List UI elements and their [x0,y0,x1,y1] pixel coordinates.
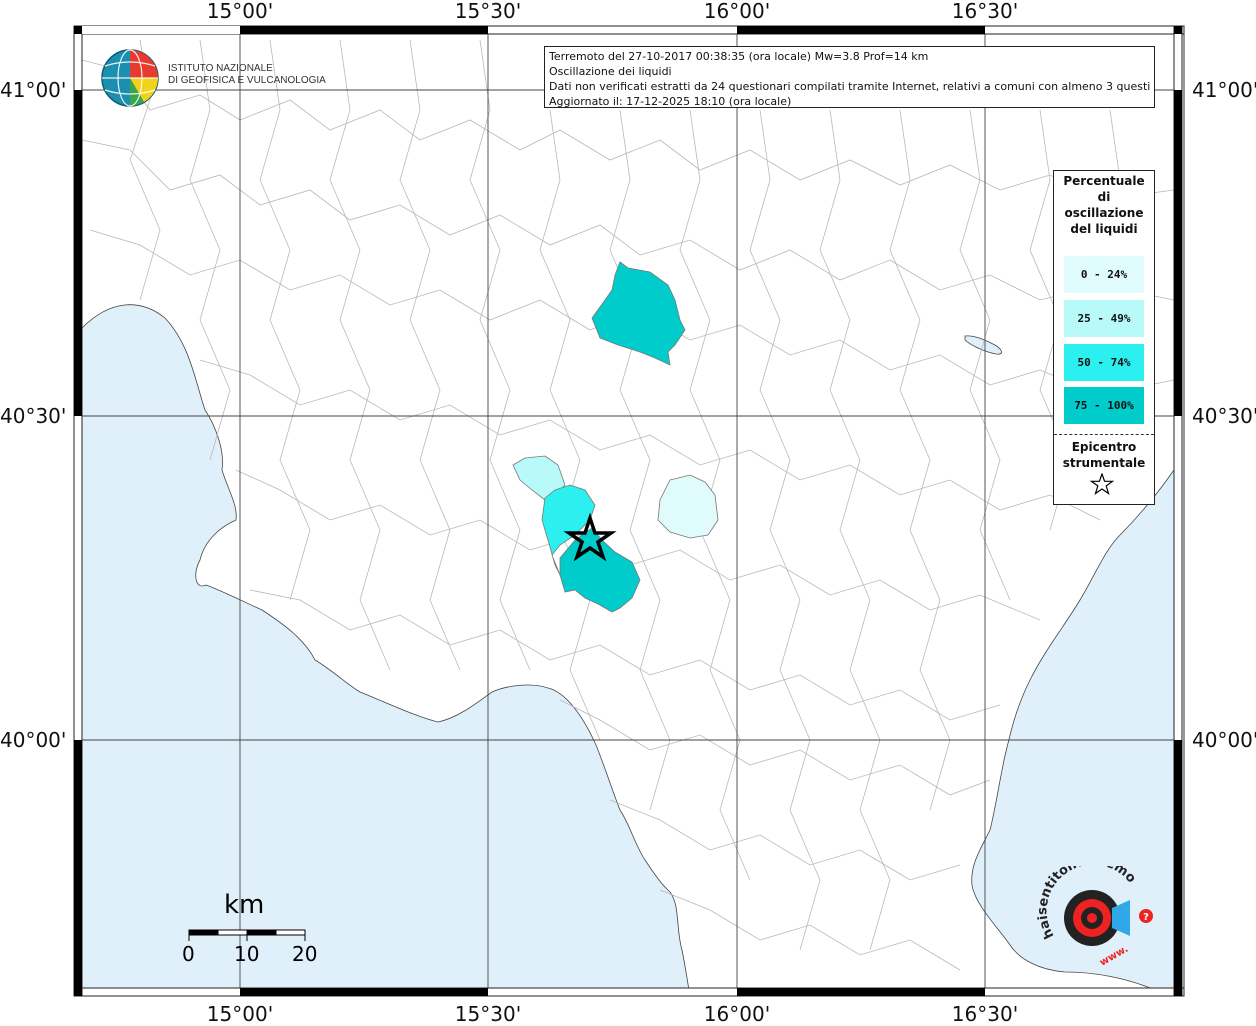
legend-title: Percentuale di oscillazione del liquidi [1063,174,1145,236]
lat-label-left-1: 41°00' [0,78,67,102]
ingv-line2: DI GEOFISICA E VULCANOLOGIA [168,75,326,86]
scale-unit: km [224,890,265,920]
ingv-logo-text: ISTITUTO NAZIONALE DI GEOFISICA E VULCAN… [168,63,326,87]
lon-label-bottom-3: 16°00' [703,1002,771,1026]
update-timestamp: Aggiornato il: 17-12-2025 18:10 (ora loc… [549,95,792,108]
legend-class-25-49: 25 - 49% [1064,300,1144,337]
legend-class-50-74: 50 - 74% [1064,344,1144,381]
haisentitoilterremoto-logo-icon: ? haisentitoilterremoto.it www. [1032,866,1153,969]
lon-label-bottom-1: 15°00' [206,1002,274,1026]
legend-class-0-24: 0 - 24% [1064,256,1144,293]
lon-label-bottom-2: 15°30' [454,1002,522,1026]
legend-class-75-100: 75 - 100% [1064,387,1144,424]
lon-label-top-1: 15°00' [206,0,274,23]
legend-class-label: 0 - 24% [1080,268,1128,281]
lat-label-right-3: 40°00' [1192,728,1256,752]
scale-tick-20: 20 [292,942,318,966]
lat-label-left-2: 40°30' [0,404,67,428]
lat-label-right-2: 40°30' [1192,404,1256,428]
star-icon [1090,473,1114,495]
lon-label-top-2: 15°30' [454,0,522,23]
svg-text:?: ? [1143,912,1149,923]
legend-class-label: 25 - 49% [1077,312,1131,325]
event-title: Terremoto del 27-10-2017 00:38:35 (ora l… [549,50,929,63]
legend-divider [1054,434,1154,435]
lon-label-bottom-4: 16°30' [951,1002,1019,1026]
lon-label-top-3: 16°00' [703,0,771,23]
legend-class-label: 50 - 74% [1077,356,1131,369]
lat-label-right-1: 41°00' [1192,78,1256,102]
legend-class-label: 75 - 100% [1074,399,1134,412]
hst-logo-prefix: www. [1098,944,1130,969]
scale-tick-0: 0 [182,942,195,966]
lat-label-left-3: 40°00' [0,728,67,752]
lon-label-top-4: 16°30' [951,0,1019,23]
ingv-line1: ISTITUTO NAZIONALE [168,63,273,74]
scale-bar-graphic [188,929,306,941]
scale-bar: km 0 10 20 [170,890,340,970]
legend: Percentuale di oscillazione del liquidi … [1053,170,1155,505]
ingv-globe-icon [101,49,159,107]
event-info-box: Terremoto del 27-10-2017 00:38:35 (ora l… [544,46,1155,108]
map-subject: Oscillazione dei liquidi [549,65,672,78]
scale-tick-10: 10 [234,942,260,966]
legend-epicenter-label: Epicentro strumentale [1062,440,1146,470]
data-disclaimer: Dati non verificati estratti da 24 quest… [549,80,1150,93]
